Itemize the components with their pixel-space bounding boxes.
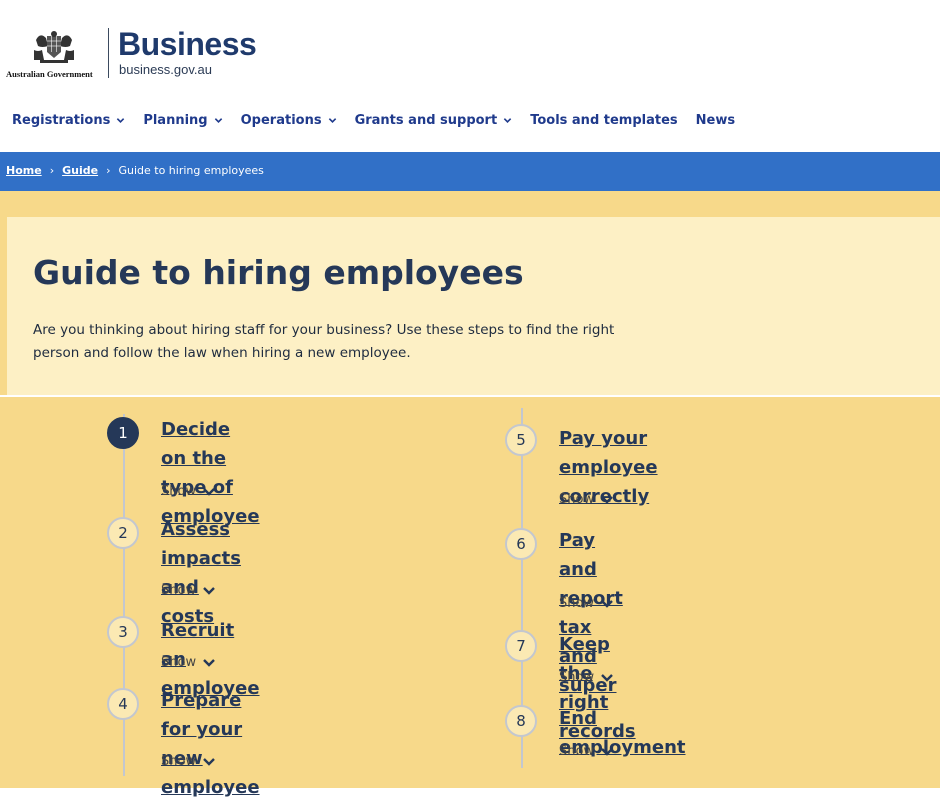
page-title: Guide to hiring employees	[33, 253, 524, 292]
step-number-badge: 5	[505, 424, 537, 456]
step-number-badge: 8	[505, 705, 537, 737]
step-number-badge: 1	[107, 417, 139, 449]
chevron-down-icon	[601, 599, 613, 608]
logo-divider	[108, 28, 109, 78]
show-label: Show	[161, 655, 197, 670]
page-intro: Are you thinking about hiring staff for …	[33, 322, 615, 361]
show-toggle[interactable]: Show	[559, 596, 614, 611]
step-number-badge: 6	[505, 528, 537, 560]
chevron-down-icon	[203, 586, 215, 595]
main-nav: Registrations Planning Operations Grants…	[12, 110, 753, 130]
step-title-link[interactable]: Prepare for your new employee	[161, 686, 260, 802]
australian-government-text: Australian Government	[6, 69, 93, 79]
show-label: Show	[559, 492, 595, 507]
chevron-down-icon	[601, 747, 613, 756]
nav-item-label: Planning	[143, 112, 208, 128]
step-number-badge: 4	[107, 688, 139, 720]
step-title-line: Pay your employee	[559, 428, 658, 478]
business-brand-title[interactable]: Business	[118, 24, 257, 64]
show-label: Show	[161, 583, 197, 598]
nav-item-label: Tools and templates	[530, 112, 678, 128]
nav-item-grants-and-support[interactable]: Grants and support	[355, 110, 513, 130]
show-label: Show	[559, 596, 595, 611]
chevron-down-icon	[203, 487, 215, 496]
australian-government-logo[interactable]: Australian Government	[6, 30, 100, 80]
nav-item-label: Grants and support	[354, 112, 498, 128]
nav-item-tools-and-templates[interactable]: Tools and templates	[530, 110, 677, 130]
show-toggle[interactable]: Show	[161, 484, 216, 499]
show-toggle[interactable]: Show	[161, 754, 216, 769]
show-label: Show	[161, 484, 197, 499]
step-number-badge: 7	[505, 630, 537, 662]
breadcrumb: Home › Guide › Guide to hiring employees	[6, 164, 264, 177]
chevron-down-icon	[117, 117, 125, 123]
nav-item-operations[interactable]: Operations	[241, 110, 337, 130]
chevron-down-icon	[203, 757, 215, 766]
step-title-link[interactable]: Decide on the type of employee	[161, 415, 260, 531]
breadcrumb-home-link[interactable]: Home	[6, 164, 42, 177]
chevron-down-icon	[328, 117, 336, 123]
show-toggle[interactable]: Show	[559, 670, 614, 685]
step-number-badge: 3	[107, 616, 139, 648]
nav-item-label: News	[695, 112, 736, 128]
breadcrumb-current: Guide to hiring employees	[118, 164, 264, 177]
nav-item-planning[interactable]: Planning	[143, 110, 222, 130]
chevron-down-icon	[601, 495, 613, 504]
breadcrumb-separator: ›	[49, 164, 55, 177]
section-divider	[0, 395, 940, 397]
hero-panel: Guide to hiring employees Are you thinki…	[7, 217, 940, 395]
nav-item-label: Operations	[240, 112, 322, 128]
step-title-link[interactable]: Assess impacts and costs	[161, 515, 241, 631]
chevron-down-icon	[601, 673, 613, 682]
chevron-down-icon	[214, 117, 222, 123]
nav-item-news[interactable]: News	[696, 110, 735, 130]
chevron-down-icon	[203, 658, 215, 667]
coat-of-arms-icon	[34, 31, 74, 63]
site-header: Australian Government Business business.…	[0, 0, 940, 128]
breadcrumb-bar: Home › Guide › Guide to hiring employees	[0, 152, 940, 191]
step-number-badge: 2	[107, 517, 139, 549]
business-brand-url: business.gov.au	[119, 62, 212, 77]
nav-item-label: Registrations	[12, 112, 111, 128]
show-label: Show	[161, 754, 197, 769]
show-toggle[interactable]: Show	[161, 655, 216, 670]
breadcrumb-guide-link[interactable]: Guide	[62, 164, 98, 177]
show-toggle[interactable]: Show	[161, 583, 216, 598]
timeline-line-left	[123, 414, 125, 776]
show-toggle[interactable]: Show	[559, 744, 614, 759]
nav-item-registrations[interactable]: Registrations	[12, 110, 125, 130]
show-label: Show	[559, 670, 595, 685]
show-label: Show	[559, 744, 595, 759]
chevron-down-icon	[503, 117, 512, 123]
breadcrumb-separator: ›	[106, 164, 111, 177]
show-toggle[interactable]: Show	[559, 492, 614, 507]
